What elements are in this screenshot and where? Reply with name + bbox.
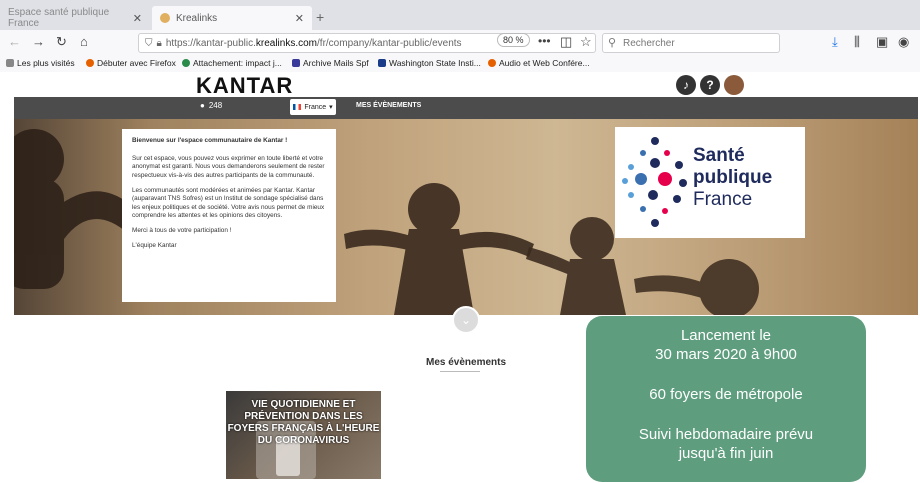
more-icon[interactable]: ••• [538, 34, 551, 48]
bookmark-item[interactable]: Archive Mails Spf [292, 58, 369, 68]
search-placeholder: Rechercher [623, 37, 675, 49]
flag-france-icon [293, 104, 302, 110]
url-domain: krealinks.com [255, 37, 318, 49]
pocket-icon[interactable]: ◫ [560, 34, 572, 50]
site-header [0, 72, 920, 97]
tab-1-label: Espace santé publique France [8, 7, 110, 29]
sante-publique-france-logo: Santé publique France [615, 127, 805, 238]
account-icon[interactable]: ◉ [898, 34, 909, 50]
info-icon [182, 59, 190, 67]
callout-line: 30 mars 2020 à 9h00 [655, 346, 797, 363]
search-icon: ⚲ [608, 37, 617, 49]
favicon-icon [160, 13, 170, 23]
section-title: Mes évènements [426, 357, 507, 368]
globe-icon [6, 59, 14, 67]
search-input[interactable]: ⚲ Rechercher [602, 33, 780, 53]
home-icon[interactable]: ⌂ [80, 34, 88, 49]
avatar[interactable] [724, 75, 744, 95]
bookmark-item[interactable]: Les plus visités [6, 58, 75, 68]
browser-tab-strip: Espace santé publique France ✕ Krealinks… [0, 0, 920, 30]
bookmark-item[interactable]: Washington State Insti... [378, 58, 481, 68]
forward-icon[interactable]: → [32, 34, 45, 49]
welcome-paragraph: Merci à tous de votre participation ! [132, 227, 232, 235]
callout-line: 60 foyers de métropole [649, 386, 803, 403]
new-tab-icon[interactable]: + [316, 9, 324, 25]
notification-bell-icon[interactable]: ♪ [676, 75, 696, 95]
bookmark-icon [378, 59, 386, 67]
event-card[interactable]: VIE QUOTIDIENNE ET PRÉVENTION DANS LES F… [226, 391, 381, 479]
url-prefix: https://kantar-public. [165, 37, 256, 49]
close-icon[interactable]: ✕ [295, 12, 304, 25]
launch-info-callout: Lancement le 30 mars 2020 à 9h00 60 foye… [586, 316, 866, 482]
browser-tab-1[interactable]: Espace santé publique France ✕ [0, 6, 150, 30]
language-select[interactable]: France ▾ [290, 99, 336, 115]
download-icon[interactable]: ⤓ [832, 34, 838, 50]
callout-line: Lancement le [680, 327, 772, 344]
star-icon[interactable]: ☆ [580, 34, 592, 50]
url-path: /fr/company/kantar-public/events [317, 37, 462, 49]
section-underline [440, 371, 480, 372]
callout-line: Suivi hebdomadaire prévu [638, 426, 814, 443]
lock-icon: 🔒︎ [156, 37, 162, 49]
kantar-logo[interactable]: KANTAR [196, 73, 293, 99]
archive-icon [292, 59, 300, 67]
bookmarks-bar: Les plus visités Débuter avec Firefox At… [0, 56, 920, 73]
back-icon[interactable]: ← [8, 34, 21, 49]
sidebar-icon[interactable]: ▣ [876, 34, 888, 50]
user-count[interactable]: ● 248 [200, 101, 222, 110]
chevron-down-icon: ▾ [329, 104, 333, 111]
scroll-down-chevron-icon[interactable]: ⌄ [452, 306, 480, 334]
nav-my-events[interactable]: MES ÉVÈNEMENTS [356, 102, 421, 109]
welcome-title: Bienvenue sur l'espace communautaire de … [132, 137, 288, 144]
user-icon: ● [200, 101, 205, 110]
browser-nav-bar: ← → ↻ ⌂ ⛉ 🔒︎ https://kantar-public. kreal… [0, 30, 920, 56]
firefox-icon [86, 59, 94, 67]
welcome-paragraph: Sur cet espace, vous pouvez vous exprime… [132, 154, 325, 179]
event-card-title: VIE QUOTIDIENNE ET PRÉVENTION DANS LES F… [227, 399, 380, 446]
zoom-badge[interactable]: 80 % [497, 33, 530, 47]
reload-icon[interactable]: ↻ [56, 34, 67, 50]
browser-tab-2[interactable]: Krealinks ✕ [152, 6, 312, 30]
welcome-paragraph: Les communautés sont modérées et animées… [132, 186, 325, 220]
welcome-signature: L'équipe Kantar [132, 241, 177, 249]
tab-2-label: Krealinks [176, 12, 218, 24]
library-icon[interactable]: ⫼ [854, 34, 860, 50]
firefox-icon [488, 59, 496, 67]
welcome-card: Bienvenue sur l'espace communautaire de … [122, 129, 336, 302]
help-icon[interactable]: ? [700, 75, 720, 95]
callout-line: jusqu'à fin juin [678, 445, 774, 462]
close-icon[interactable]: ✕ [133, 12, 142, 25]
sante-logo-text: Santé publique France [693, 145, 773, 210]
shield-icon: ⛉ [145, 37, 153, 49]
bookmark-item[interactable]: Attachement: impact j... [182, 58, 282, 68]
sante-logo-dots-icon [622, 137, 687, 227]
site-nav-bar [14, 97, 918, 119]
bookmark-item[interactable]: Audio et Web Confére... [488, 58, 590, 68]
bookmark-item[interactable]: Débuter avec Firefox [86, 58, 176, 68]
